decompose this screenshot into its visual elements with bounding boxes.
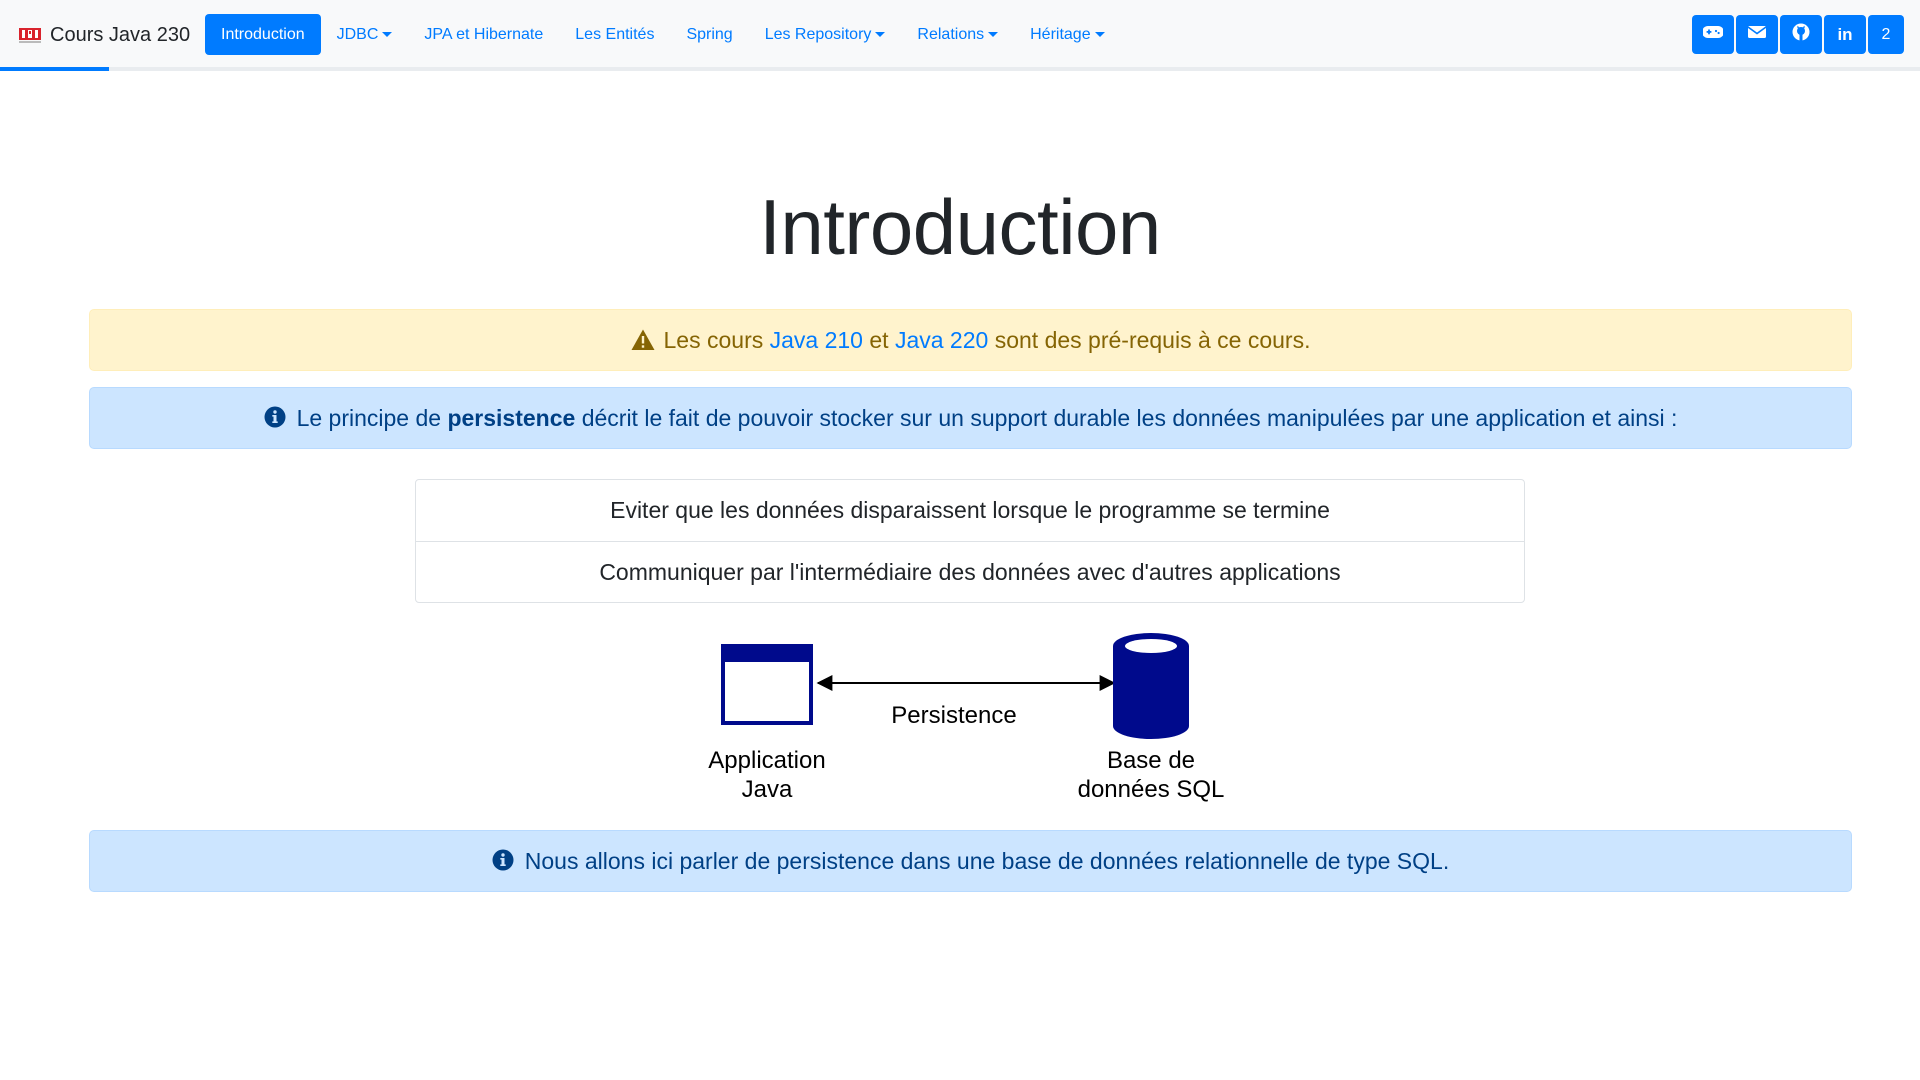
warning-middle: et xyxy=(869,326,889,353)
info1-suffix: décrit le fait de pouvoir stocker sur un… xyxy=(581,404,1678,431)
social-toolbar: in 2 xyxy=(1692,15,1904,54)
list-item: Communiquer par l'intermédiaire des donn… xyxy=(416,541,1524,602)
info-icon xyxy=(492,849,516,873)
envelope-icon xyxy=(1747,25,1767,44)
info-icon xyxy=(264,406,288,430)
navbar: Cours Java 230 Introduction JDBC JPA et Hi… xyxy=(0,0,1920,71)
nav-item-introduction[interactable]: Introduction xyxy=(205,14,321,55)
db-label-line1: Base de xyxy=(1107,747,1195,774)
app-label-line1: Application xyxy=(708,747,825,774)
list-item: Eviter que les données disparaissent lor… xyxy=(610,497,1330,523)
nav-item-label: Spring xyxy=(686,25,733,43)
nav-item-jdbc[interactable]: JDBC xyxy=(321,14,409,55)
gamepad-button[interactable] xyxy=(1692,15,1734,54)
persistence-definition-alert: Le principe de persistence décrit le fai… xyxy=(89,387,1852,449)
nav-item-spring[interactable]: Spring xyxy=(670,14,748,55)
nav-item-les-repository[interactable]: Les Repository xyxy=(749,14,902,55)
db-label-line2: données SQL xyxy=(1078,776,1225,803)
warning-suffix: sont des pré-requis à ce cours. xyxy=(994,326,1311,353)
nav-item-heritage[interactable]: Héritage xyxy=(1014,14,1120,55)
database-icon xyxy=(1113,633,1189,739)
nav-item-label: JDBC xyxy=(336,25,379,43)
java-220-link[interactable]: Java 220 xyxy=(895,327,988,354)
application-window-icon xyxy=(721,644,813,725)
caret-down-icon xyxy=(988,32,999,37)
nav-item-label: Relations xyxy=(917,25,985,43)
java-210-link[interactable]: Java 210 xyxy=(770,327,863,354)
brand-link[interactable]: Cours Java 230 xyxy=(19,20,190,50)
info2-text: Nous allons ici parler de persistence da… xyxy=(524,847,1450,874)
caret-down-icon xyxy=(382,32,393,37)
main-nav: Introduction JDBC JPA et Hibernate Les Enti… xyxy=(205,14,1121,55)
sql-scope-alert: Nous allons ici parler de persistence da… xyxy=(89,830,1852,892)
page-title: Introduction xyxy=(759,183,1161,271)
warning-prefix: Les cours xyxy=(663,326,764,353)
nav-item-label: Les Repository xyxy=(764,25,872,43)
info1-prefix: Le principe de xyxy=(296,404,442,431)
nav-item-relations[interactable]: Relations xyxy=(901,14,1014,55)
caret-down-icon xyxy=(875,32,886,37)
slide-number-button[interactable]: 2 xyxy=(1868,15,1904,54)
nav-item-label: JPA et Hibernate xyxy=(424,25,544,43)
persistence-goals-list: Eviter que les données disparaissent lor… xyxy=(415,479,1525,603)
github-button[interactable] xyxy=(1780,15,1822,54)
persistence-diagram: Persistence Application Java Base de don… xyxy=(708,633,1225,803)
arrow-label: Persistence xyxy=(891,702,1016,729)
linkedin-button[interactable]: in xyxy=(1824,15,1866,54)
nav-item-label: Les Entités xyxy=(575,25,655,43)
prerequisite-alert: Les cours Java 210 et Java 220 sont des … xyxy=(89,309,1852,371)
gamepad-icon xyxy=(1702,25,1724,44)
nav-item-les-entites[interactable]: Les Entités xyxy=(559,14,670,55)
github-icon xyxy=(1792,23,1810,46)
ipi-logo-icon xyxy=(19,24,41,46)
app-label-line2: Java xyxy=(742,776,793,803)
slide-progress-bar xyxy=(0,67,110,71)
caret-down-icon xyxy=(1094,32,1105,37)
brand-title: Cours Java 230 xyxy=(50,23,191,46)
linkedin-icon: in xyxy=(1837,24,1853,44)
nav-item-jpa-et-hibernate[interactable]: JPA et Hibernate xyxy=(408,14,559,55)
nav-item-label: Héritage xyxy=(1030,25,1091,43)
slide-number: 2 xyxy=(1881,25,1891,43)
warning-icon xyxy=(631,328,655,352)
nav-item-label: Introduction xyxy=(221,25,305,43)
email-button[interactable] xyxy=(1736,15,1778,54)
info1-keyword: persistence xyxy=(447,404,576,431)
